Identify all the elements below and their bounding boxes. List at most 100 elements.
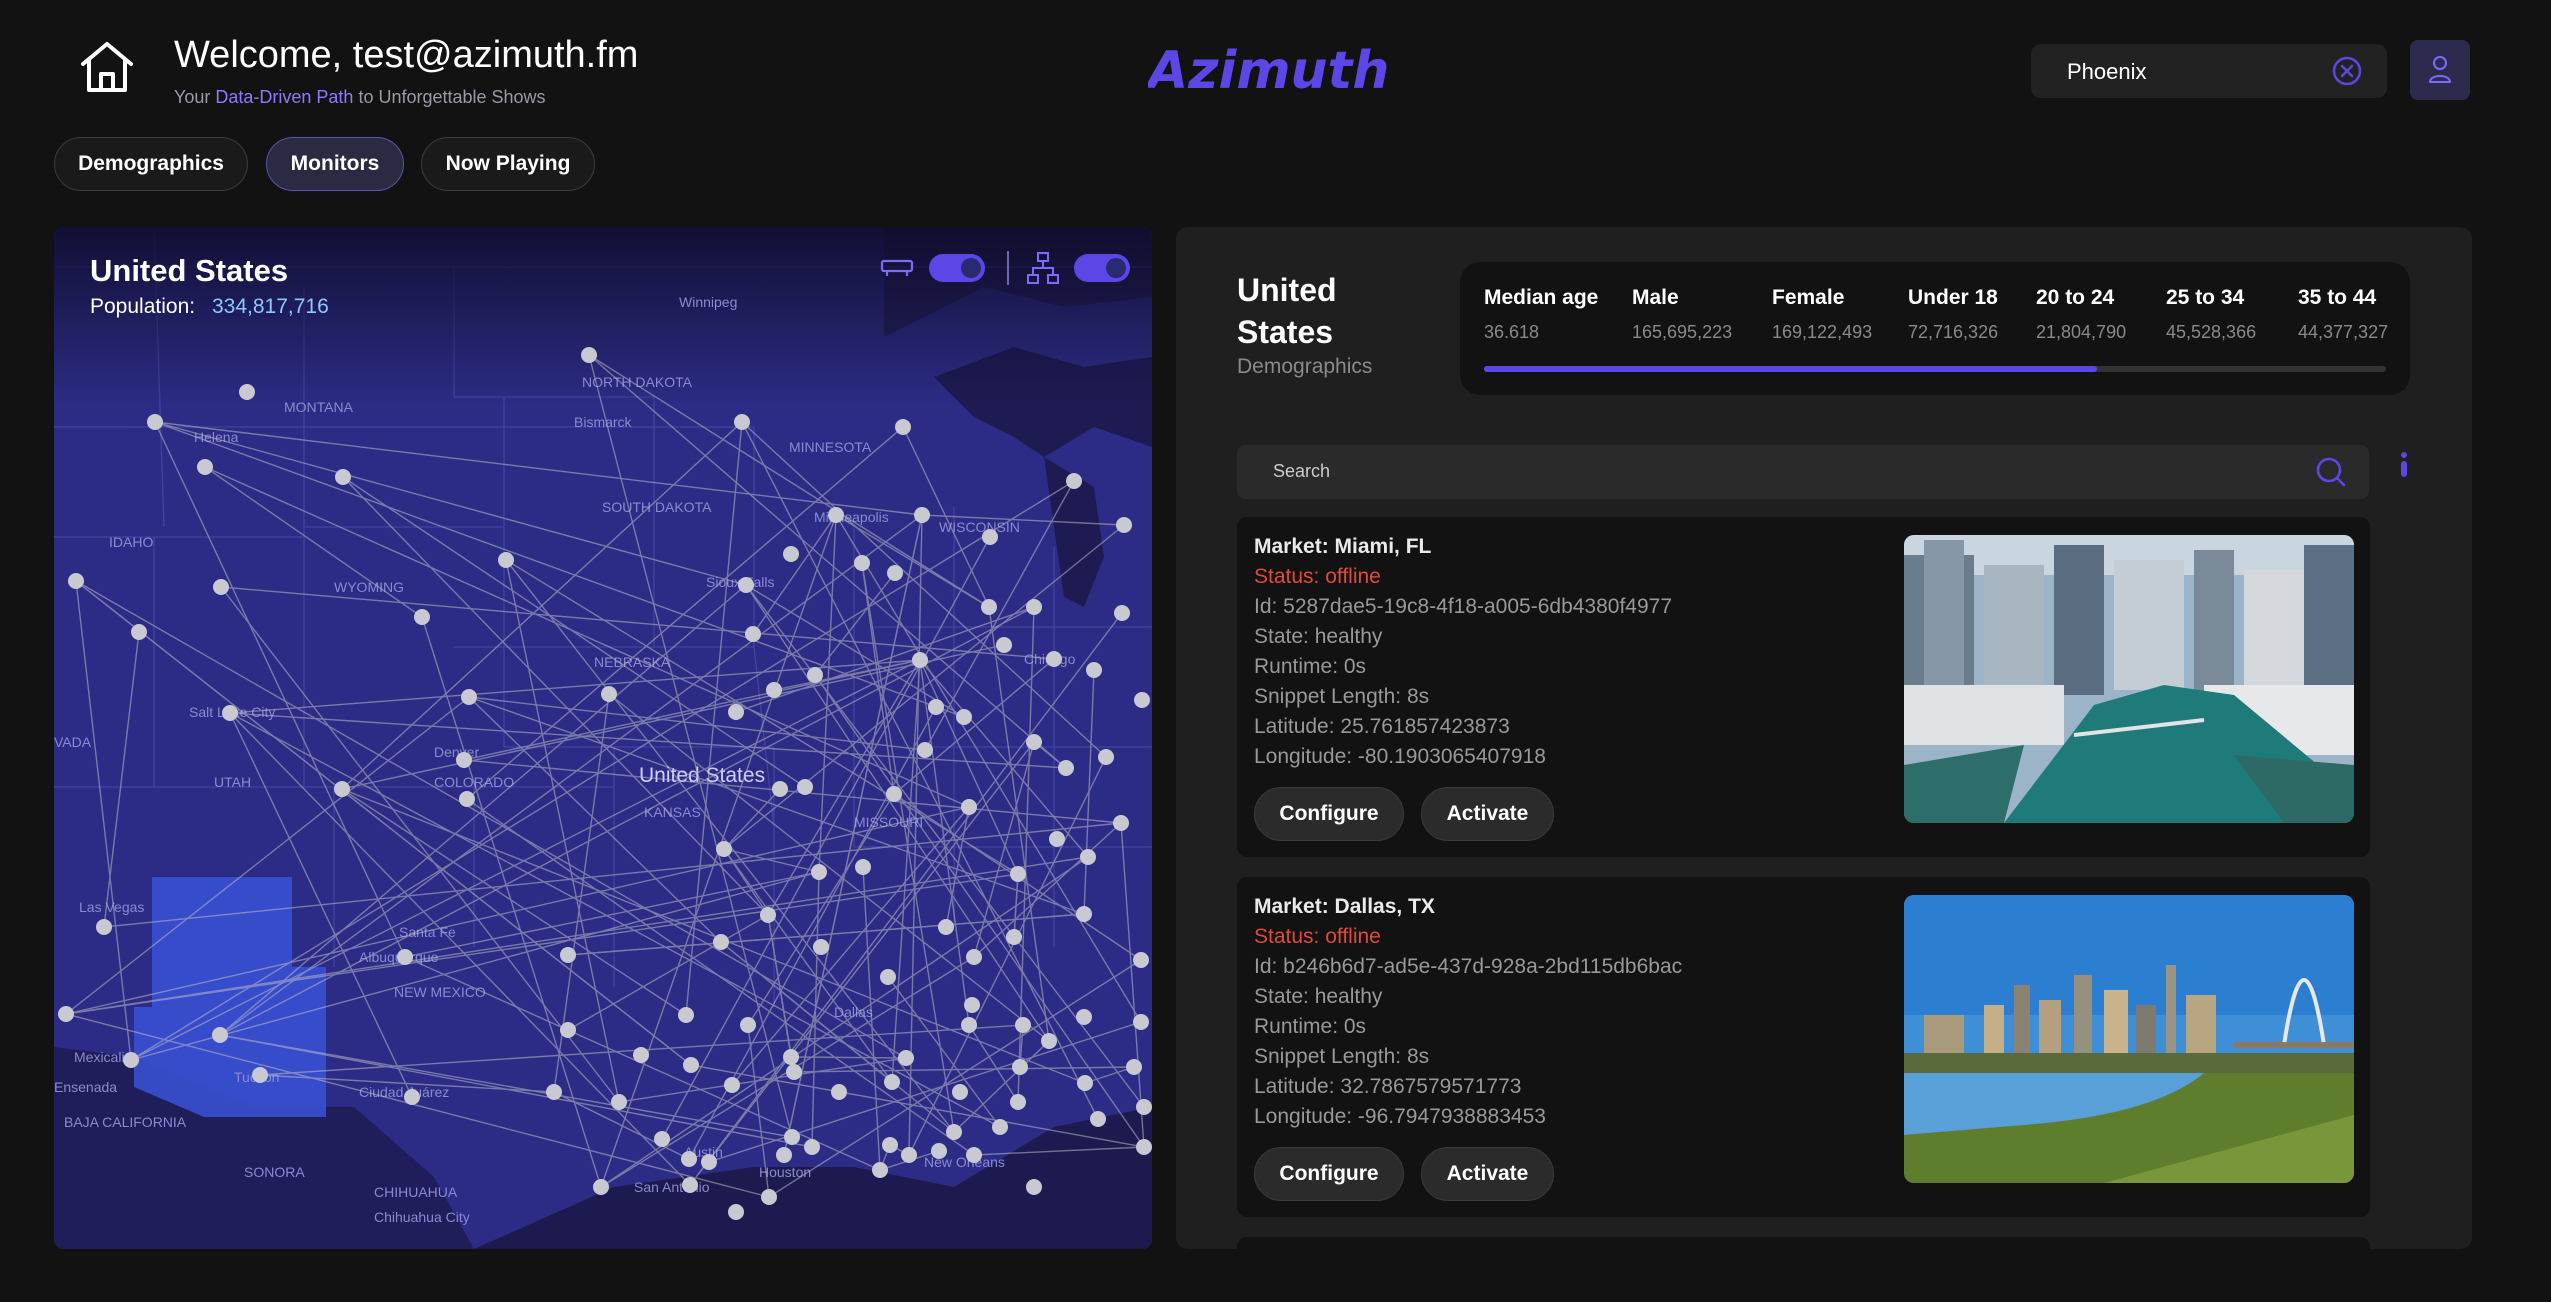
- monitor-node[interactable]: [1126, 1059, 1142, 1075]
- monitor-node[interactable]: [728, 1204, 744, 1220]
- monitor-node[interactable]: [966, 1147, 982, 1163]
- monitor-node[interactable]: [1114, 605, 1130, 621]
- monitor-node[interactable]: [807, 667, 823, 683]
- monitor-node[interactable]: [1026, 1179, 1042, 1195]
- tab-demographics[interactable]: Demographics: [54, 137, 248, 191]
- monitor-node[interactable]: [1010, 1094, 1026, 1110]
- monitor-node[interactable]: [1010, 866, 1026, 882]
- monitor-search-input[interactable]: Search: [1237, 445, 2369, 499]
- monitor-node[interactable]: [546, 1084, 562, 1100]
- monitor-node[interactable]: [1006, 929, 1022, 945]
- monitor-node[interactable]: [701, 1154, 717, 1170]
- monitor-node[interactable]: [252, 1067, 268, 1083]
- search-icon[interactable]: [2315, 456, 2347, 488]
- monitor-node[interactable]: [776, 1147, 792, 1163]
- monitor-node[interactable]: [783, 546, 799, 562]
- monitor-node[interactable]: [1058, 760, 1074, 776]
- monitor-node[interactable]: [601, 686, 617, 702]
- demographics-strip[interactable]: Median age 36.618 Male 165,695,223 Female 1…: [1460, 262, 2410, 395]
- scrollbar-thumb[interactable]: [1484, 366, 2098, 372]
- monitor-node[interactable]: [212, 1027, 228, 1043]
- map-panel[interactable]: Winnipeg MONTANA NORTH DAKOTA Bismarck MINNE…: [54, 227, 1152, 1249]
- monitor-node[interactable]: [197, 459, 213, 475]
- monitor-node[interactable]: [147, 414, 163, 430]
- monitor-node[interactable]: [681, 1151, 697, 1167]
- monitor-node[interactable]: [961, 1017, 977, 1033]
- monitor-node[interactable]: [728, 704, 744, 720]
- monitor-node[interactable]: [683, 1057, 699, 1073]
- monitor-node[interactable]: [804, 1139, 820, 1155]
- monitor-node[interactable]: [334, 781, 350, 797]
- monitor-node[interactable]: [498, 552, 514, 568]
- monitor-node[interactable]: [880, 969, 896, 985]
- monitor-node[interactable]: [58, 1006, 74, 1022]
- monitor-node[interactable]: [884, 1074, 900, 1090]
- monitor-node[interactable]: [1066, 473, 1082, 489]
- monitor-node[interactable]: [611, 1094, 627, 1110]
- monitor-node[interactable]: [901, 1147, 917, 1163]
- monitor-node[interactable]: [1076, 1009, 1092, 1025]
- monitor-node[interactable]: [872, 1162, 888, 1178]
- monitor-node[interactable]: [1026, 599, 1042, 615]
- monitor-node[interactable]: [1077, 1075, 1093, 1091]
- user-profile-button[interactable]: [2410, 40, 2470, 100]
- monitor-node[interactable]: [761, 1189, 777, 1205]
- monitor-node[interactable]: [1086, 662, 1102, 678]
- monitor-node[interactable]: [222, 705, 238, 721]
- city-search-input[interactable]: Phoenix: [2031, 44, 2387, 98]
- monitor-node[interactable]: [682, 1177, 698, 1193]
- monitor-node[interactable]: [123, 1052, 139, 1068]
- clear-search-icon[interactable]: [2331, 55, 2363, 87]
- monitor-node[interactable]: [912, 652, 928, 668]
- monitor-node[interactable]: [784, 1129, 800, 1145]
- monitor-card[interactable]: Market: Miami, FL Status: offline Id: 52…: [1237, 517, 2370, 857]
- monitor-node[interactable]: [813, 939, 829, 955]
- monitor-node[interactable]: [895, 419, 911, 435]
- monitor-node[interactable]: [734, 414, 750, 430]
- monitor-node[interactable]: [931, 1143, 947, 1159]
- monitor-node[interactable]: [961, 799, 977, 815]
- monitor-node[interactable]: [1133, 952, 1149, 968]
- monitor-node[interactable]: [1041, 1033, 1057, 1049]
- monitor-node[interactable]: [633, 1047, 649, 1063]
- monitor-node[interactable]: [797, 779, 813, 795]
- monitor-node[interactable]: [1113, 815, 1129, 831]
- monitor-node[interactable]: [786, 1064, 802, 1080]
- monitor-node[interactable]: [1116, 517, 1132, 533]
- monitor-node[interactable]: [678, 1007, 694, 1023]
- monitor-node[interactable]: [716, 841, 732, 857]
- monitor-node[interactable]: [414, 609, 430, 625]
- monitor-node[interactable]: [886, 786, 902, 802]
- monitor-node[interactable]: [946, 1124, 962, 1140]
- activate-button[interactable]: Activate: [1421, 787, 1554, 841]
- monitor-node[interactable]: [887, 565, 903, 581]
- monitor-node[interactable]: [560, 947, 576, 963]
- monitor-node[interactable]: [992, 1119, 1008, 1135]
- monitor-node[interactable]: [772, 781, 788, 797]
- monitor-node[interactable]: [593, 1179, 609, 1195]
- monitor-node[interactable]: [981, 599, 997, 615]
- network-toggle[interactable]: [1074, 254, 1130, 282]
- monitor-node[interactable]: [1136, 1139, 1152, 1155]
- monitor-node[interactable]: [1076, 906, 1092, 922]
- monitor-node[interactable]: [956, 709, 972, 725]
- monitor-node[interactable]: [1136, 1099, 1152, 1115]
- monitor-node[interactable]: [828, 507, 844, 523]
- monitor-node[interactable]: [760, 907, 776, 923]
- monitor-node[interactable]: [1134, 692, 1150, 708]
- monitor-node[interactable]: [917, 742, 933, 758]
- monitor-node[interactable]: [459, 791, 475, 807]
- activate-button[interactable]: Activate: [1421, 1147, 1554, 1201]
- monitor-node[interactable]: [966, 949, 982, 965]
- monitor-node[interactable]: [783, 1049, 799, 1065]
- monitor-node[interactable]: [1026, 734, 1042, 750]
- monitor-node[interactable]: [914, 507, 930, 523]
- monitor-node[interactable]: [1133, 1014, 1149, 1030]
- monitor-node[interactable]: [982, 529, 998, 545]
- monitor-node[interactable]: [1049, 831, 1065, 847]
- us-map[interactable]: Winnipeg MONTANA NORTH DAKOTA Bismarck MINNE…: [54, 227, 1152, 1249]
- monitor-node[interactable]: [740, 1017, 756, 1033]
- list-scrollbar-icon[interactable]: [2398, 449, 2410, 489]
- monitor-node[interactable]: [745, 626, 761, 642]
- monitor-node[interactable]: [928, 699, 944, 715]
